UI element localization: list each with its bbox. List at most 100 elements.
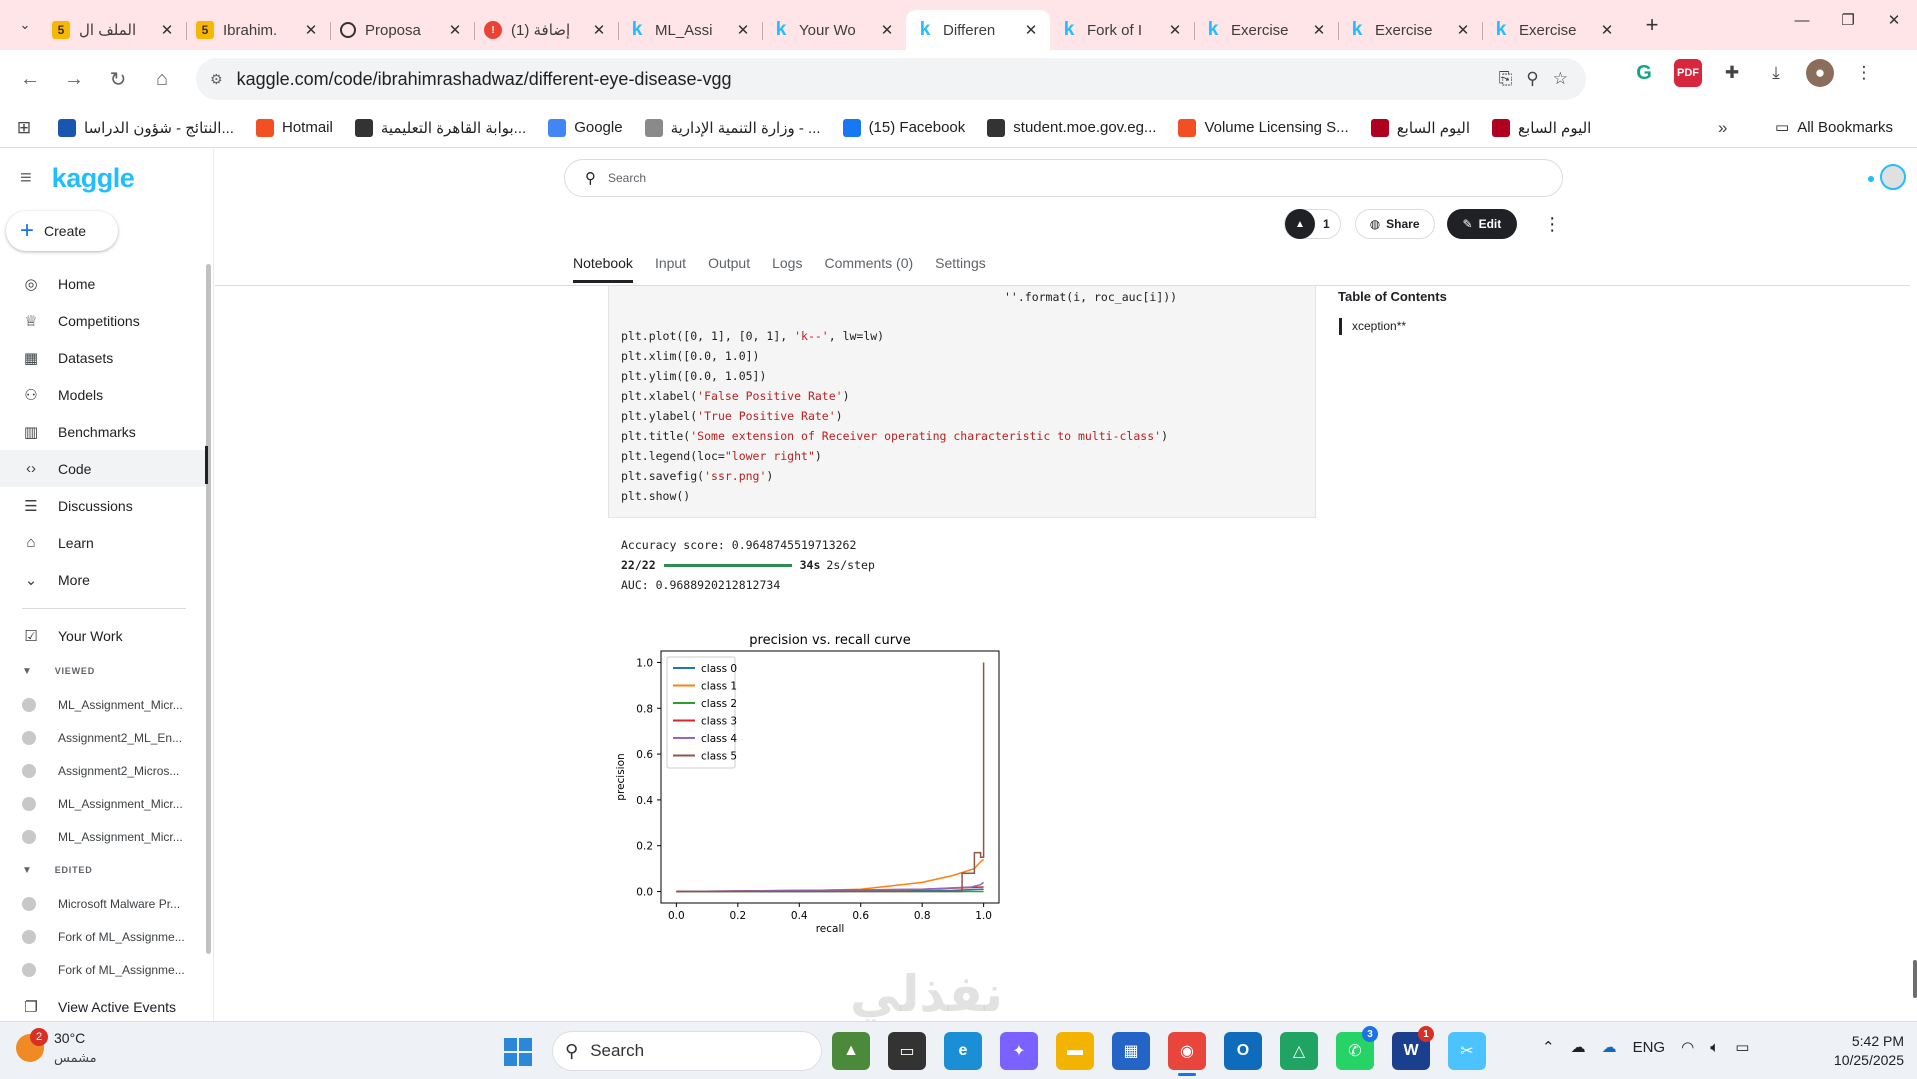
close-tab-icon[interactable]: ✕ <box>734 21 752 39</box>
tab-search-button[interactable]: ⌄ <box>8 8 42 42</box>
back-button[interactable]: ← <box>12 61 48 97</box>
close-tab-icon[interactable]: ✕ <box>446 21 464 39</box>
bookmark-item[interactable]: (15) Facebook <box>842 118 965 137</box>
browser-tab[interactable]: k Exercise ✕ <box>1338 10 1482 50</box>
store-icon[interactable]: ▦ <box>1112 1032 1150 1070</box>
zoom-icon[interactable]: ⚲ <box>1526 69 1538 89</box>
hamburger-menu-icon[interactable]: ≡ <box>20 167 32 190</box>
close-tab-icon[interactable]: ✕ <box>158 21 176 39</box>
grammarly-extension-icon[interactable]: G <box>1630 59 1658 87</box>
restore-icon[interactable]: ❐ <box>1825 0 1871 40</box>
language-indicator[interactable]: ENG <box>1633 1039 1666 1056</box>
close-tab-icon[interactable]: ✕ <box>1598 21 1616 39</box>
bookmark-item[interactable]: بوابة القاهرة التعليمية... <box>354 118 526 137</box>
close-tab-icon[interactable]: ✕ <box>302 21 320 39</box>
share-button[interactable]: ◍ Share <box>1354 209 1435 239</box>
apps-grid-icon[interactable]: ⊞ <box>14 118 34 138</box>
sidebar-recent-item[interactable]: Fork of ML_Assignme... <box>0 953 208 986</box>
start-button[interactable] <box>504 1038 532 1066</box>
sidebar-item-learn[interactable]: ⌂ Learn <box>0 524 208 561</box>
outlook-icon[interactable]: O <box>1224 1032 1262 1070</box>
photos-icon[interactable]: ▲ <box>832 1032 870 1070</box>
sidebar-item-benchmarks[interactable]: ▥ Benchmarks <box>0 413 208 450</box>
edit-button[interactable]: ✎ Edit <box>1446 209 1518 239</box>
address-bar[interactable]: ⚙ kaggle.com/code/ibrahimrashadwaz/diffe… <box>196 58 1586 100</box>
task-view-icon[interactable]: ▭ <box>888 1032 926 1070</box>
bookmark-item[interactable]: Volume Licensing S... <box>1178 118 1349 137</box>
view-active-events-button[interactable]: ❐ View Active Events <box>0 988 208 1025</box>
battery-icon[interactable]: ▭ <box>1735 1038 1749 1056</box>
sidebar-item-models[interactable]: ⚇ Models <box>0 376 208 413</box>
chrome-icon[interactable]: ◉ <box>1168 1032 1206 1076</box>
close-tab-icon[interactable]: ✕ <box>590 21 608 39</box>
tab-logs[interactable]: Logs <box>772 255 802 283</box>
close-tab-icon[interactable]: ✕ <box>1022 21 1040 39</box>
bookmark-item[interactable]: وزارة التنمية الإدارية - ... <box>644 118 821 137</box>
sidebar-section-header[interactable]: ▼ EDITED <box>0 853 208 887</box>
cloud-icon[interactable]: ☁ <box>1571 1038 1586 1056</box>
taskbar-search[interactable]: ⚲ Search <box>552 1031 822 1071</box>
sidebar-recent-item[interactable]: ML_Assignment_Micr... <box>0 820 208 853</box>
sidebar-item-datasets[interactable]: ▦ Datasets <box>0 339 208 376</box>
bookmark-item[interactable]: اليوم السابع <box>1370 118 1470 137</box>
tab-notebook[interactable]: Notebook <box>573 255 633 283</box>
tab-comments[interactable]: Comments (0) <box>824 255 913 283</box>
close-tab-icon[interactable]: ✕ <box>878 21 896 39</box>
bookmark-star-icon[interactable]: ☆ <box>1553 69 1568 89</box>
chevron-up-icon[interactable]: ⌃ <box>1542 1038 1555 1056</box>
url-text[interactable]: kaggle.com/code/ibrahimrashadwaz/differe… <box>237 69 1499 90</box>
browser-tab[interactable]: k Exercise ✕ <box>1482 10 1626 50</box>
forward-button[interactable]: → <box>56 61 92 97</box>
bookmark-item[interactable]: Google <box>548 118 623 137</box>
create-button[interactable]: + Create <box>6 211 118 251</box>
wifi-icon[interactable]: ◠ <box>1681 1038 1694 1056</box>
file-explorer-icon[interactable]: ▬ <box>1056 1032 1094 1070</box>
volume-icon[interactable]: 🔈︎ <box>1710 1039 1719 1056</box>
user-avatar[interactable] <box>1880 164 1906 190</box>
install-app-icon[interactable]: ⎘ <box>1499 69 1513 89</box>
browser-tab[interactable]: 5 الملف ال ✕ <box>42 10 186 50</box>
word-icon[interactable]: W1 <box>1392 1026 1434 1070</box>
main-scrollbar[interactable] <box>1913 960 1917 998</box>
sidebar-item-home[interactable]: ◎ Home <box>0 265 208 302</box>
sidebar-item-code[interactable]: ‹› Code <box>0 450 208 487</box>
new-tab-button[interactable]: + <box>1636 9 1668 41</box>
sidebar-recent-item[interactable]: Microsoft Malware Pr... <box>0 887 208 920</box>
more-options-icon[interactable]: ⋮ <box>1543 214 1561 235</box>
download-icon[interactable]: ⤓ <box>1762 59 1790 87</box>
sidebar-item-your-work[interactable]: ☑ Your Work <box>0 617 208 654</box>
close-tab-icon[interactable]: ✕ <box>1454 21 1472 39</box>
sidebar-scrollbar[interactable] <box>206 264 211 954</box>
extensions-puzzle-icon[interactable]: ✚ <box>1718 59 1746 87</box>
browser-tab[interactable]: k Fork of I ✕ <box>1050 10 1194 50</box>
browser-tab[interactable]: k Exercise ✕ <box>1194 10 1338 50</box>
browser-tab[interactable]: k Your Wo ✕ <box>762 10 906 50</box>
edge-icon[interactable]: e <box>944 1032 982 1070</box>
weather-widget[interactable]: 2 30°C مشمس <box>16 1028 97 1068</box>
sidebar-item-discussions[interactable]: ☰ Discussions <box>0 487 208 524</box>
onedrive-icon[interactable]: ☁ <box>1602 1038 1617 1056</box>
home-button[interactable]: ⌂ <box>144 61 180 97</box>
browser-tab[interactable]: Proposa ✕ <box>330 10 474 50</box>
copilot-icon[interactable]: ✦ <box>1000 1032 1038 1070</box>
minimize-icon[interactable]: — <box>1779 0 1825 40</box>
browser-tab[interactable]: 5 Ibrahim. ✕ <box>186 10 330 50</box>
site-settings-icon[interactable]: ⚙ <box>210 71 223 88</box>
upvote-control[interactable]: ▲ 1 <box>1284 209 1341 239</box>
close-tab-icon[interactable]: ✕ <box>1166 21 1184 39</box>
sidebar-recent-item[interactable]: Fork of ML_Assignme... <box>0 920 208 953</box>
bookmark-item[interactable]: اليوم السابع <box>1492 118 1591 137</box>
browser-menu-icon[interactable]: ⋮ <box>1850 59 1878 87</box>
bookmark-item[interactable]: student.moe.gov.eg... <box>987 118 1156 137</box>
sidebar-section-header[interactable]: ▼ VIEWED <box>0 654 208 688</box>
tab-settings[interactable]: Settings <box>935 255 986 283</box>
pdf-extension-icon[interactable]: PDF <box>1674 59 1702 87</box>
sidebar-recent-item[interactable]: Assignment2_Micros... <box>0 754 208 787</box>
snipping-icon[interactable]: ✂ <box>1448 1032 1486 1070</box>
kaggle-search-input[interactable]: ⚲ Search <box>564 159 1563 197</box>
close-window-icon[interactable]: ✕ <box>1871 0 1917 40</box>
drive-icon[interactable]: △ <box>1280 1032 1318 1070</box>
kaggle-logo[interactable]: kaggle <box>52 163 135 194</box>
more-bookmarks-icon[interactable]: » <box>1718 118 1727 138</box>
bookmark-item[interactable]: النتائج - شؤون الدراسا... <box>58 118 234 137</box>
